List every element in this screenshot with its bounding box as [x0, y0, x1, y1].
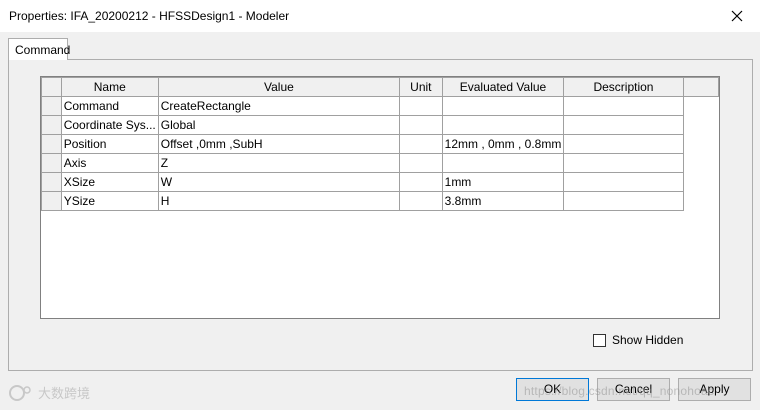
col-header-filler [682, 77, 719, 97]
row-selector[interactable] [41, 115, 62, 135]
properties-table: Name Value Unit Evaluated Value Descript… [41, 77, 719, 211]
cell-description[interactable] [563, 172, 684, 192]
header-row: Name Value Unit Evaluated Value Descript… [41, 77, 719, 97]
cell-unit[interactable] [399, 115, 443, 135]
watermark-logo-icon [9, 384, 31, 401]
cell-evaluated[interactable]: 1mm [441, 172, 565, 192]
close-button[interactable] [714, 0, 760, 32]
cell-evaluated[interactable]: 12mm , 0mm , 0.8mm [441, 134, 565, 154]
col-header-evaluated-value[interactable]: Evaluated Value [441, 77, 565, 97]
cell-evaluated[interactable] [441, 153, 565, 173]
cell-value[interactable]: Offset ,0mm ,SubH [157, 134, 401, 154]
row-selector[interactable] [41, 134, 62, 154]
title-bar: Properties: IFA_20200212 - HFSSDesign1 -… [0, 0, 760, 32]
tab-command[interactable]: Command [8, 38, 71, 60]
col-header-value[interactable]: Value [157, 77, 401, 97]
properties-grid[interactable]: Name Value Unit Evaluated Value Descript… [40, 76, 720, 319]
show-hidden-checkbox[interactable] [593, 333, 606, 347]
cell-unit[interactable] [399, 172, 443, 192]
tab-command-label: Command [15, 43, 71, 57]
cell-unit[interactable] [399, 191, 443, 211]
cell-value[interactable]: W [157, 172, 401, 192]
watermark-logo-text: 大数跨境 [38, 386, 91, 401]
cell-unit[interactable] [399, 153, 443, 173]
cell-description[interactable] [563, 153, 684, 173]
cell-description[interactable] [563, 96, 684, 116]
cell-name[interactable]: Coordinate Sys... [60, 115, 159, 135]
cell-description[interactable] [563, 115, 684, 135]
cell-name[interactable]: Axis [60, 153, 159, 173]
row-selector[interactable] [41, 96, 62, 116]
table-row[interactable]: Position Offset ,0mm ,SubH 12mm , 0mm , … [41, 134, 719, 154]
cell-name[interactable]: Command [60, 96, 159, 116]
table-row[interactable]: Axis Z [41, 153, 719, 173]
cell-value[interactable]: Global [157, 115, 401, 135]
col-header-description[interactable]: Description [563, 77, 684, 97]
cell-value[interactable]: CreateRectangle [157, 96, 401, 116]
cell-value[interactable]: Z [157, 153, 401, 173]
show-hidden-label: Show Hidden [612, 333, 684, 347]
cell-unit[interactable] [399, 96, 443, 116]
watermark-logo: 大数跨境 [8, 383, 90, 402]
cell-evaluated[interactable] [441, 115, 565, 135]
cell-value[interactable]: H [157, 191, 401, 211]
table-row[interactable]: Coordinate Sys... Global [41, 115, 719, 135]
cell-evaluated[interactable] [441, 96, 565, 116]
cell-evaluated[interactable]: 3.8mm [441, 191, 565, 211]
cell-name[interactable]: YSize [60, 191, 159, 211]
row-selector[interactable] [41, 153, 62, 173]
row-selector[interactable] [41, 172, 62, 192]
show-hidden-option[interactable]: Show Hidden [593, 333, 683, 347]
cell-name[interactable]: XSize [60, 172, 159, 192]
table-row[interactable]: XSize W 1mm [41, 172, 719, 192]
col-header-name[interactable]: Name [60, 77, 159, 97]
header-corner[interactable] [41, 77, 62, 97]
cell-description[interactable] [563, 191, 684, 211]
window-title: Properties: IFA_20200212 - HFSSDesign1 -… [9, 9, 290, 23]
table-row[interactable]: Command CreateRectangle [41, 96, 719, 116]
cell-unit[interactable] [399, 134, 443, 154]
close-icon [731, 10, 743, 22]
cell-name[interactable]: Position [60, 134, 159, 154]
table-row[interactable]: YSize H 3.8mm [41, 191, 719, 211]
col-header-unit[interactable]: Unit [399, 77, 443, 97]
cell-description[interactable] [563, 134, 684, 154]
row-selector[interactable] [41, 191, 62, 211]
watermark-url: https://blog.csdn.net/qq_nonohoac [524, 384, 715, 398]
